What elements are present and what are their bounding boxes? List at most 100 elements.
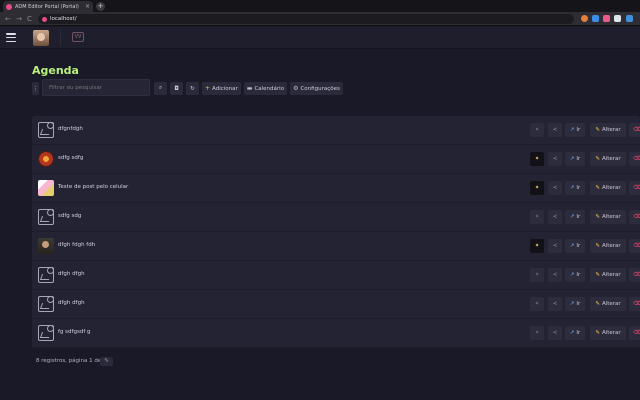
delete-button[interactable]: ⌫: [629, 326, 640, 340]
refresh-icon[interactable]: ↻: [186, 82, 199, 95]
extension-icon[interactable]: [626, 15, 633, 22]
extension-icon[interactable]: [603, 15, 610, 22]
row-title[interactable]: sdfg sdg: [58, 213, 81, 219]
pin-button[interactable]: ✦: [530, 123, 544, 137]
go-button[interactable]: ↗ Ir: [565, 123, 585, 137]
pin-button[interactable]: ✦: [530, 181, 544, 195]
search-icon[interactable]: ⌕: [154, 82, 167, 95]
external-link-icon: ↗: [569, 185, 575, 191]
edit-button[interactable]: ✎ Alterar: [590, 268, 626, 282]
row-title[interactable]: Teste de post pelo celular: [58, 184, 128, 190]
extension-icon[interactable]: [592, 15, 599, 22]
go-button[interactable]: ↗ Ir: [565, 239, 585, 253]
edit-button[interactable]: ✎ Alterar: [590, 152, 626, 166]
edit-button[interactable]: ✎ Alterar: [590, 239, 626, 253]
image-placeholder-icon: [38, 209, 54, 225]
share-icon: ≺: [552, 214, 558, 220]
extension-icon[interactable]: [614, 15, 621, 22]
edit-label: Alterar: [601, 301, 621, 307]
row-title[interactable]: dfgnfdgh: [58, 126, 83, 132]
address-bar[interactable]: localhost/: [38, 14, 574, 24]
pin-button[interactable]: ✦: [530, 326, 544, 340]
delete-button[interactable]: ⌫: [629, 181, 640, 195]
pin-icon: ✦: [534, 185, 540, 191]
add-button[interactable]: + Adicionar: [202, 82, 241, 95]
edit-label: Alterar: [601, 272, 621, 278]
edit-button[interactable]: ✎ Alterar: [590, 181, 626, 195]
row-thumbnail: [38, 238, 54, 254]
pin-button[interactable]: ✦: [530, 152, 544, 166]
extension-icon[interactable]: [581, 15, 588, 22]
share-button[interactable]: ≺: [548, 297, 562, 311]
share-button[interactable]: ≺: [548, 123, 562, 137]
pencil-icon: ✎: [595, 243, 600, 249]
table-row: sdfg sdg ✦ ≺ ↗ Ir ✎ Alterar ⌫: [32, 203, 640, 232]
go-button[interactable]: ↗ Ir: [565, 268, 585, 282]
external-link-icon: ↗: [569, 127, 575, 133]
share-icon: ≺: [552, 156, 558, 162]
pin-icon: ✦: [534, 127, 540, 133]
pin-button[interactable]: ✦: [530, 210, 544, 224]
edit-button[interactable]: ✎ Alterar: [590, 297, 626, 311]
go-button[interactable]: ↗ Ir: [565, 210, 585, 224]
go-button[interactable]: ↗ Ir: [565, 152, 585, 166]
drag-handle-icon[interactable]: ⋮: [32, 82, 39, 95]
edit-button[interactable]: ✎ Alterar: [590, 123, 626, 137]
image-placeholder-icon: [38, 296, 54, 312]
edit-button[interactable]: ✎ Alterar: [590, 210, 626, 224]
edit-label: Alterar: [601, 214, 621, 220]
share-button[interactable]: ≺: [548, 181, 562, 195]
go-label: Ir: [576, 243, 581, 249]
edit-button[interactable]: ✎ Alterar: [590, 326, 626, 340]
table-row: dfgh dfgh ✦ ≺ ↗ Ir ✎ Alterar ⌫: [32, 261, 640, 290]
row-title[interactable]: dfgh dfgh: [58, 271, 85, 277]
share-button[interactable]: ≺: [548, 210, 562, 224]
share-button[interactable]: ≺: [548, 326, 562, 340]
go-label: Ir: [576, 214, 581, 220]
url-text[interactable]: localhost/: [50, 16, 77, 22]
pencil-icon: ✎: [595, 127, 600, 133]
edit-label: Alterar: [601, 330, 621, 336]
pin-icon: ✦: [534, 272, 540, 278]
share-button[interactable]: ≺: [548, 152, 562, 166]
search-input[interactable]: [42, 79, 150, 96]
pin-button[interactable]: ✦: [530, 268, 544, 282]
forward-icon[interactable]: →: [16, 13, 22, 25]
row-title[interactable]: dfgh fdgh fdh: [58, 242, 95, 248]
go-button[interactable]: ↗ Ir: [565, 297, 585, 311]
edit-page-icon[interactable]: ✎: [100, 357, 113, 366]
pin-icon: ✦: [534, 330, 540, 336]
settings-button[interactable]: ⚙ Configurações: [290, 82, 343, 95]
table-row: dfgh fdgh fdh ✦ ≺ ↗ Ir ✎ Alterar ⌫: [32, 232, 640, 261]
new-tab-button[interactable]: +: [96, 2, 105, 11]
avatar[interactable]: [33, 30, 49, 46]
delete-button[interactable]: ⌫: [629, 210, 640, 224]
reload-icon[interactable]: C: [27, 13, 32, 25]
go-button[interactable]: ↗ Ir: [565, 181, 585, 195]
camera-icon[interactable]: ◘: [170, 82, 183, 95]
go-button[interactable]: ↗ Ir: [565, 326, 585, 340]
delete-button[interactable]: ⌫: [629, 268, 640, 282]
portal-logo[interactable]: VV: [72, 32, 84, 42]
calendar-button[interactable]: ▬ Calendário: [243, 82, 288, 95]
external-link-icon: ↗: [569, 272, 575, 278]
browser-tab[interactable]: ADM Editor Portal (Portal) ×: [3, 1, 93, 12]
delete-button[interactable]: ⌫: [629, 152, 640, 166]
edit-label: Alterar: [601, 127, 621, 133]
edit-label: Alterar: [601, 243, 621, 249]
row-title[interactable]: dfgh dfgh: [58, 300, 85, 306]
share-button[interactable]: ≺: [548, 239, 562, 253]
filter-bar: ⋮ ⌕ ◘ ↻ + Adicionar ▬ Calendário ⚙ Confi…: [32, 79, 346, 96]
delete-button[interactable]: ⌫: [629, 239, 640, 253]
share-button[interactable]: ≺: [548, 268, 562, 282]
menu-icon[interactable]: [6, 33, 16, 42]
tab-title: ADM Editor Portal (Portal): [15, 3, 79, 10]
row-title[interactable]: sdfg sdfg: [58, 155, 83, 161]
pin-button[interactable]: ✦: [530, 297, 544, 311]
pin-button[interactable]: ✦: [530, 239, 544, 253]
tab-close-icon[interactable]: ×: [85, 3, 90, 10]
back-icon[interactable]: ←: [5, 13, 11, 25]
delete-button[interactable]: ⌫: [629, 123, 640, 137]
row-title[interactable]: fg sdfgsdf g: [58, 329, 91, 335]
delete-button[interactable]: ⌫: [629, 297, 640, 311]
